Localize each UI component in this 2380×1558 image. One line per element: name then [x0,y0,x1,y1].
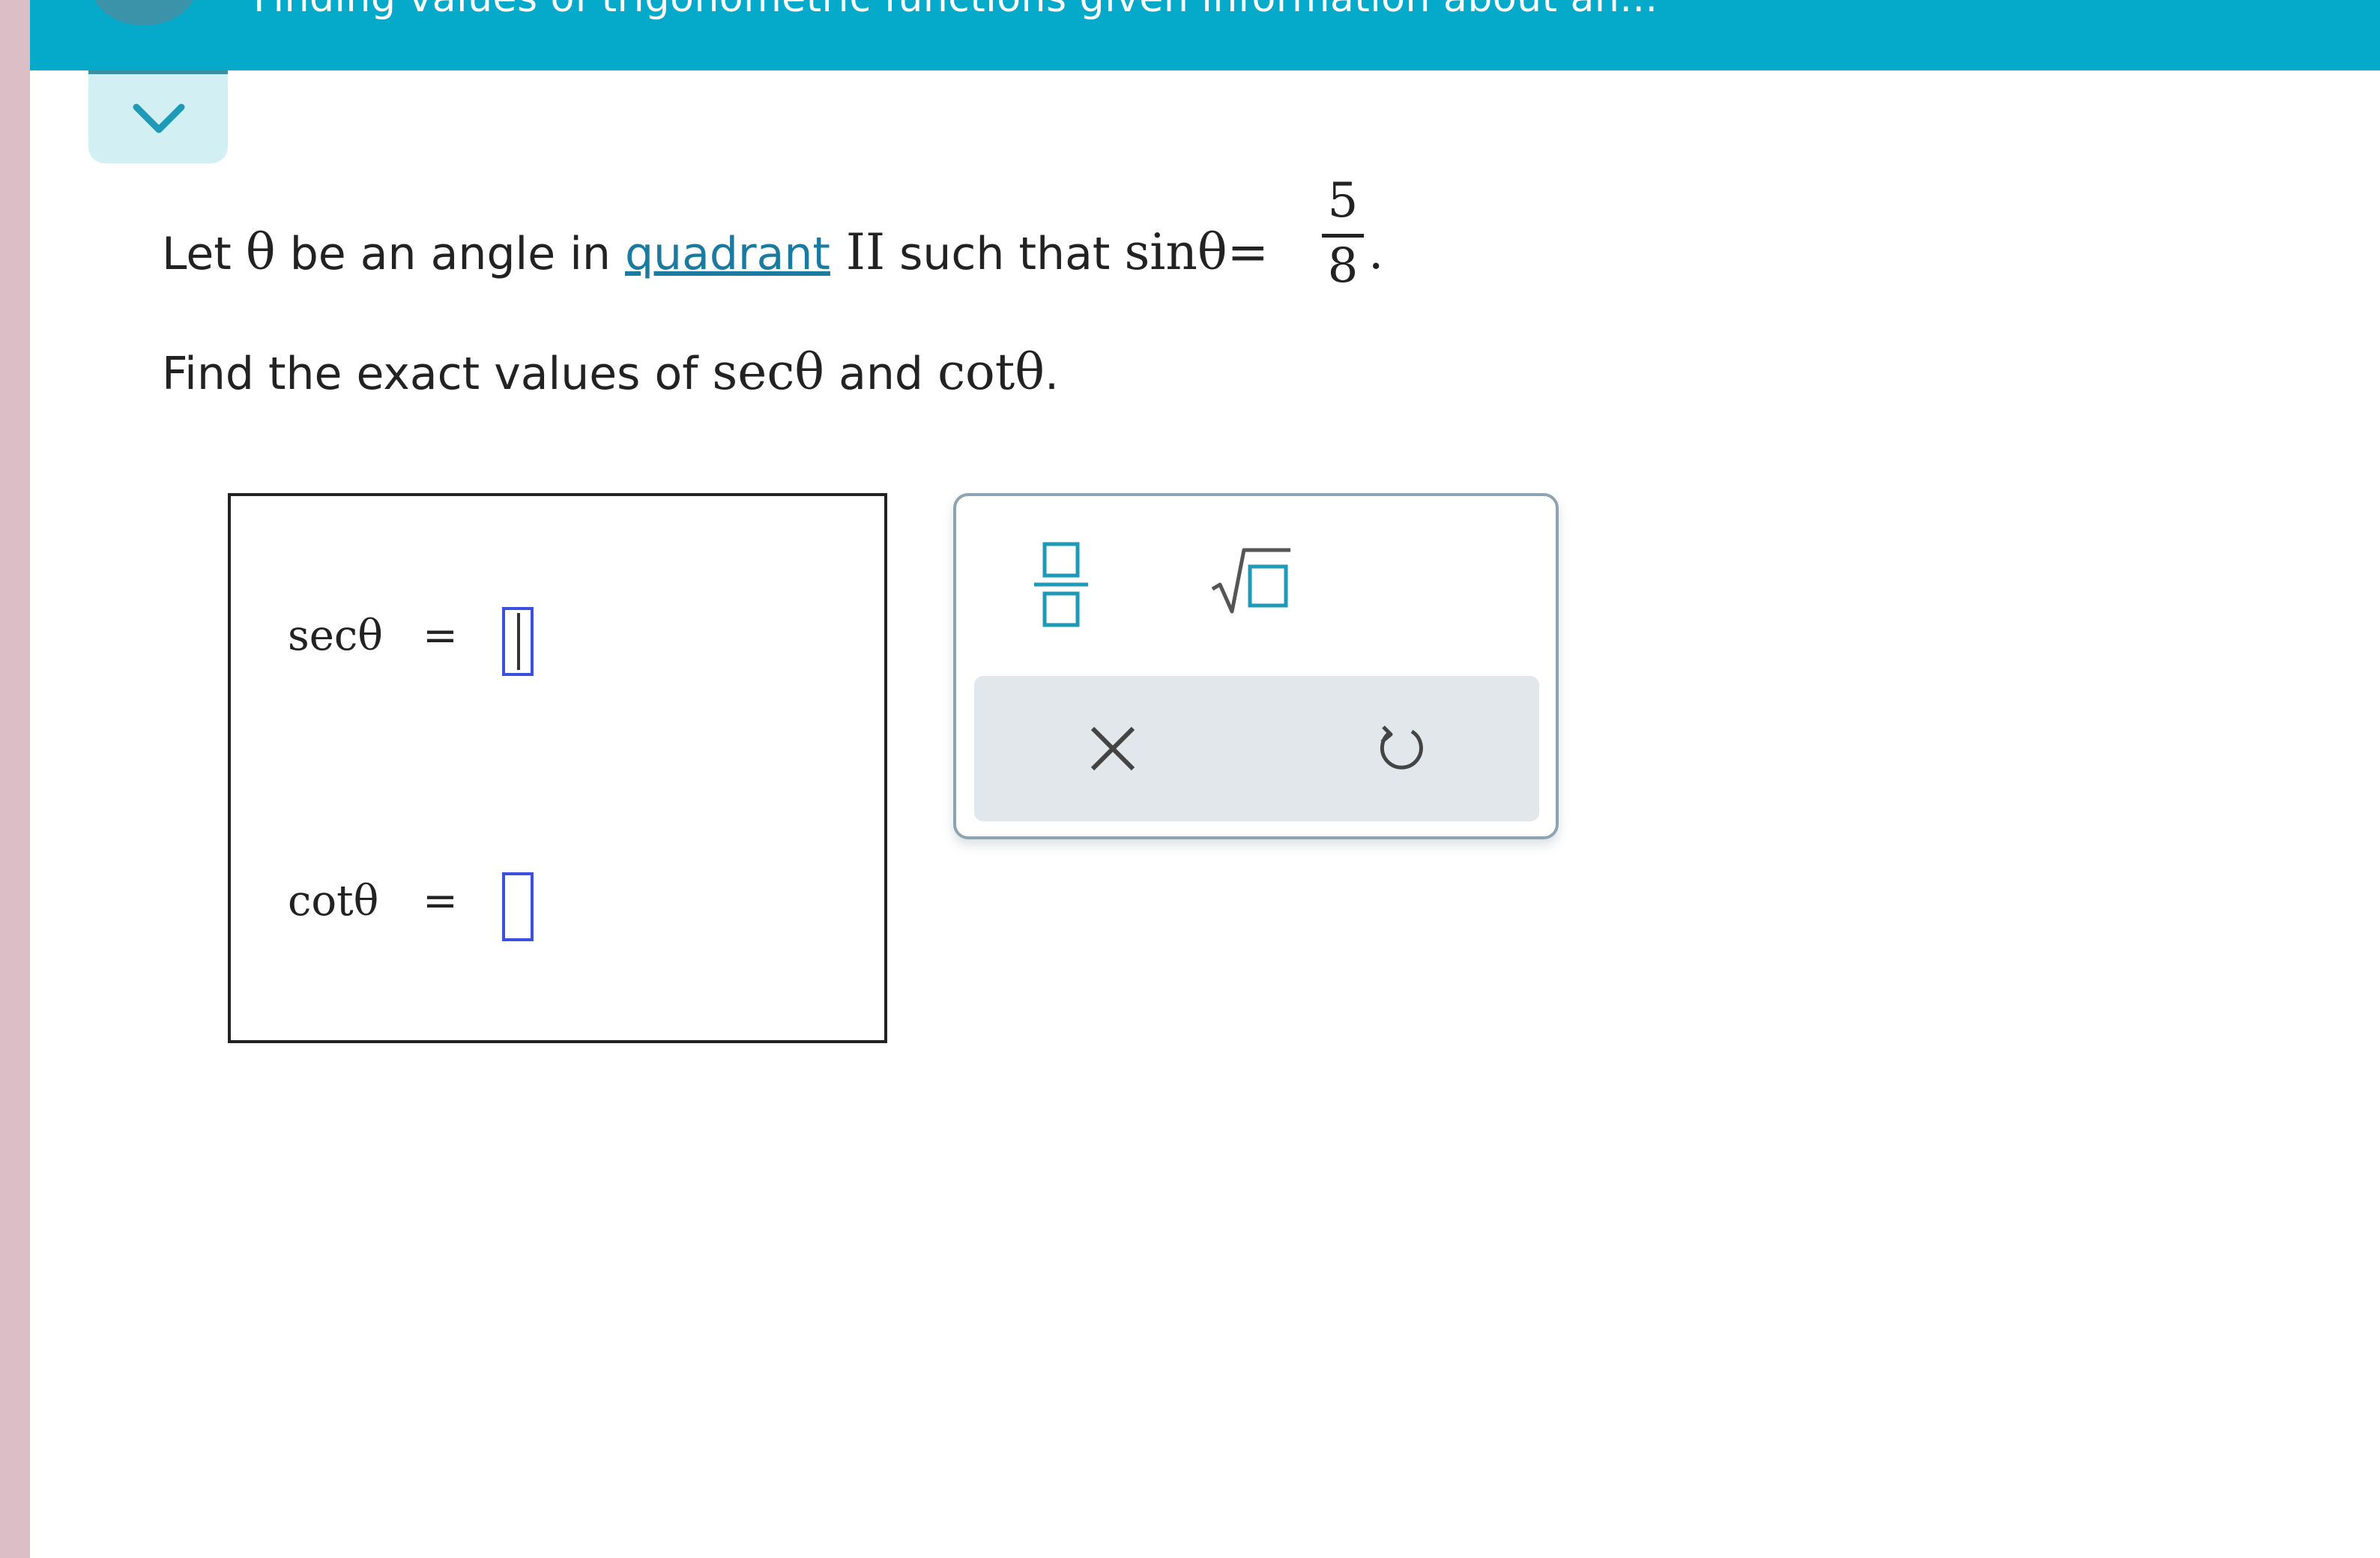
text-angle-in: be an angle in [275,228,625,280]
cot-label: cotθ [288,877,379,926]
problem-statement-line1: Let θ be an angle in quadrant II such th… [162,223,1269,281]
square-root-icon [1211,548,1290,614]
fraction-bar [1322,234,1364,238]
text-let: Let [162,228,246,280]
text-find: Find the exact values of [162,348,713,400]
theta-symbol: θ [245,223,276,281]
left-rail [0,0,30,1558]
sin-expression: sinθ= [1124,223,1269,281]
answer-box: secθ = cotθ = [228,493,887,1043]
cot-expression: cotθ [937,343,1045,401]
top-header: Finding values of trigonometric function… [30,0,2380,70]
sec-answer-input[interactable] [502,607,534,676]
sec-equals-sign: = [423,612,458,660]
problem-statement-line2: Find the exact values of secθ and cotθ. [162,343,1059,401]
header-avatar [91,0,196,25]
cot-answer-input[interactable] [502,872,534,941]
text-such-that: such that [885,228,1125,280]
text-and: and [824,348,938,400]
undo-icon [1380,725,1423,770]
sec-expression: secθ [712,343,825,401]
fraction-denominator: 8 [1327,238,1359,294]
close-icon [1090,726,1135,771]
fraction-period: . [1368,225,1384,280]
square-root-button[interactable] [1209,546,1292,618]
text-cursor [517,613,520,670]
fraction-numerator: 5 [1327,173,1359,229]
clear-button[interactable] [1087,722,1139,775]
undo-button[interactable] [1373,721,1428,776]
palette-action-bar [974,676,1539,821]
fraction-icon [1034,542,1088,627]
quadrant-link[interactable]: quadrant [625,228,830,280]
chevron-down-icon [133,103,185,133]
sec-label: secθ [288,612,383,660]
page-title: Finding values of trigonometric function… [253,0,1658,21]
text-period: . [1045,348,1060,400]
cot-equals-sign: = [423,877,458,926]
quadrant-numeral: II [830,223,886,281]
collapse-button[interactable] [88,70,228,163]
sin-fraction: 5 8 [1320,177,1365,290]
math-palette [953,493,1559,839]
fraction-button[interactable] [1031,538,1091,631]
